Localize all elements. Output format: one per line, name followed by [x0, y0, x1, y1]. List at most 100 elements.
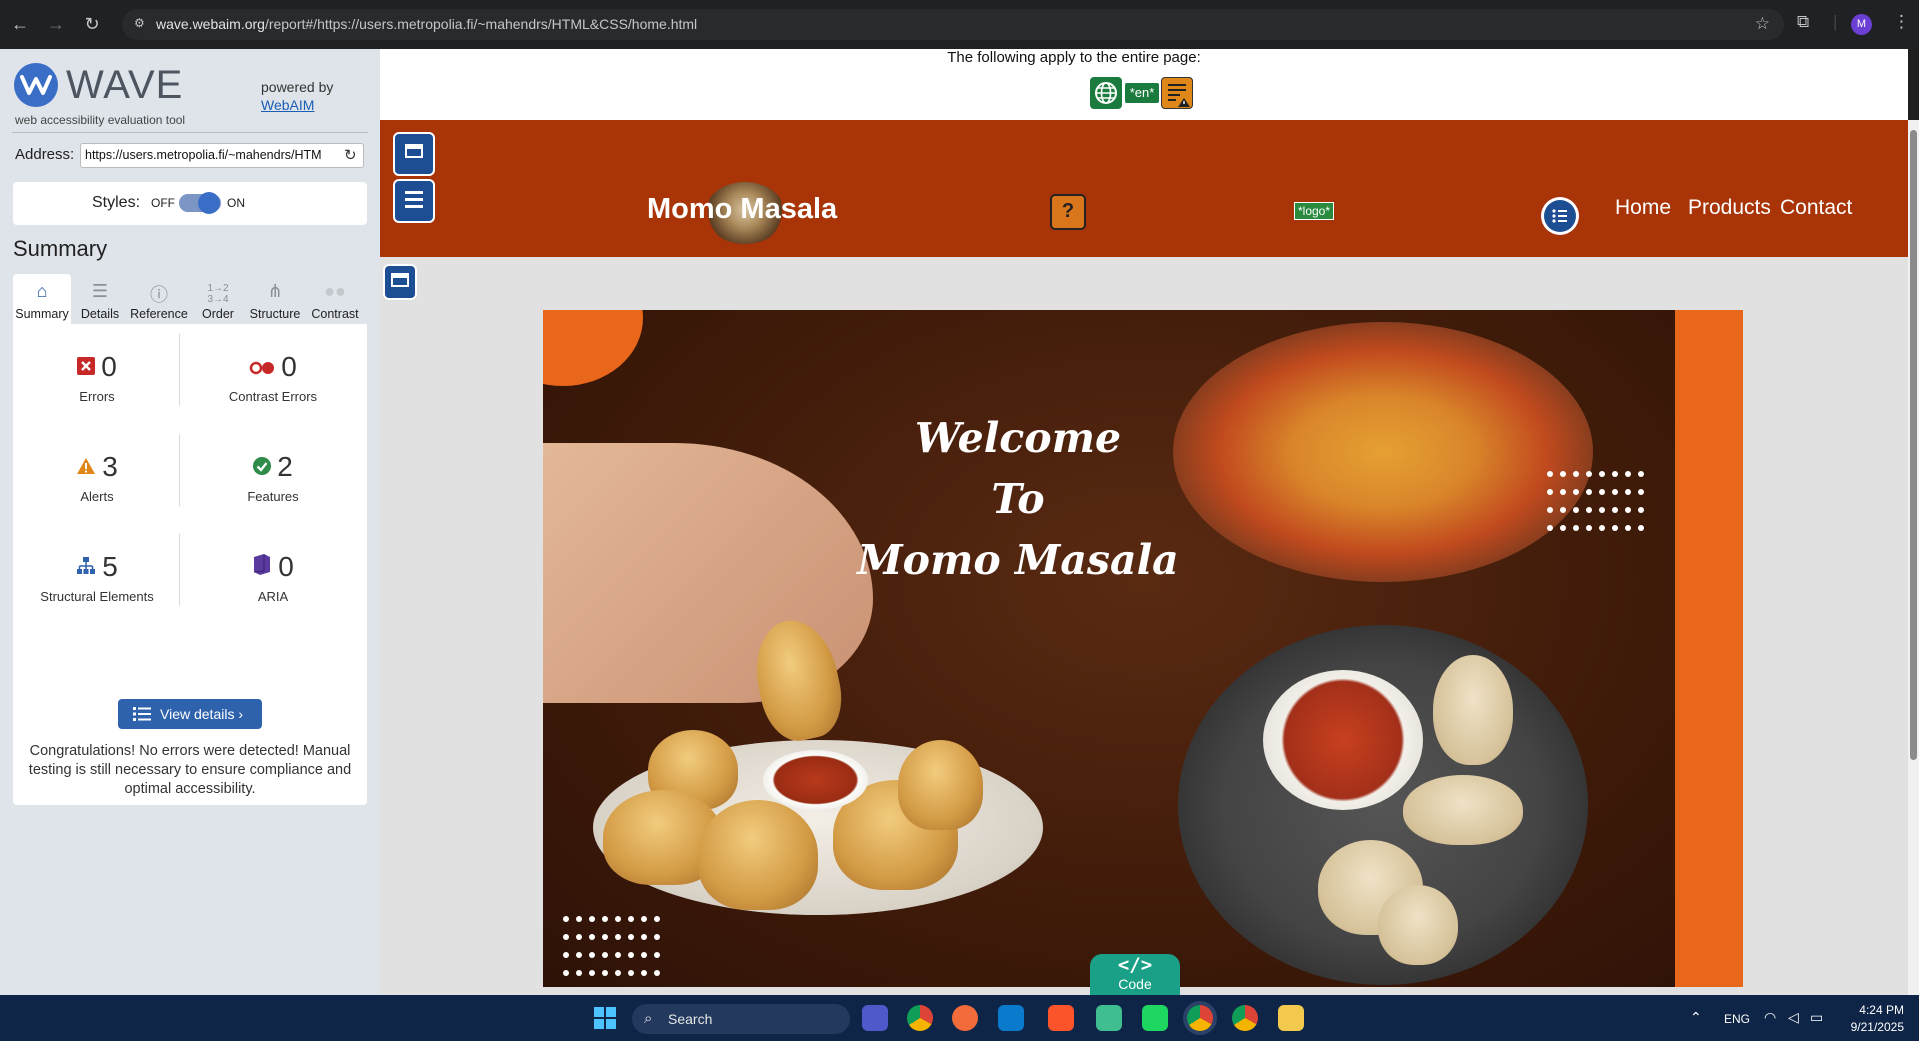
address-bar[interactable]: ⚙ wave.webaim.org/report#/https://users.… [122, 9, 1784, 40]
feature-check-icon [253, 450, 272, 482]
tab-bar: ⌂ Summary ☰ Details ⓘ Reference 1→2 3→4 Order… [13, 274, 367, 324]
stat-features[interactable]: 2 Features [198, 451, 348, 504]
powered-by-text: powered by [261, 79, 334, 95]
menu-kebab-icon[interactable]: ⋮ [1893, 12, 1910, 32]
header-region-icon[interactable] [393, 132, 435, 176]
aria-icon [252, 550, 272, 582]
brave-icon[interactable] [1048, 1005, 1074, 1031]
divider [179, 534, 180, 606]
page-viewport: The following apply to the entire page: … [380, 49, 1908, 995]
order-icon: 1→2 3→4 [207, 283, 229, 305]
stat-structural[interactable]: 5 Structural Elements [22, 551, 172, 604]
alt-text-logo-badge[interactable]: *logo* [1294, 202, 1335, 220]
decorative-dots [563, 913, 733, 985]
refresh-icon[interactable]: ↻ [344, 146, 357, 164]
teams-icon[interactable] [862, 1005, 888, 1031]
toggle-knob [198, 192, 220, 214]
stat-alerts[interactable]: 3 Alerts [22, 451, 172, 504]
hero-title: Welcome To Momo Masala [857, 414, 1179, 584]
momo [1433, 655, 1513, 765]
summary-panel: ⌂ Summary ☰ Details ⓘ Reference 1→2 3→4 Order… [13, 274, 367, 805]
windows-start-icon[interactable] [594, 1007, 616, 1029]
sauce-bowl [1263, 670, 1423, 810]
alert-question-icon[interactable]: ? [1050, 194, 1086, 230]
webaim-link[interactable]: WebAIM [261, 97, 314, 113]
styles-toggle[interactable] [179, 192, 221, 214]
divider [12, 132, 368, 133]
page-scrollbar[interactable] [1908, 120, 1919, 995]
volume-icon[interactable]: ◁ [1788, 1009, 1799, 1026]
site-info-icon[interactable]: ⚙ [134, 16, 150, 32]
address-input[interactable]: https://users.metropolia.fi/~mahendrs/HT… [80, 143, 364, 168]
pycharm-icon[interactable] [1142, 1005, 1168, 1031]
stat-errors[interactable]: 0 Errors [22, 351, 172, 404]
extensions-icon[interactable]: ⧉ [1797, 12, 1809, 32]
windows-taskbar: ⌕ Search ⌃ ENG ◠ ◁ ▭ 4:24 PM 9/21/2025 [0, 995, 1919, 1041]
momo [698, 800, 818, 910]
wave-sidebar: WAVE web accessibility evaluation tool p… [0, 49, 380, 995]
stat-aria[interactable]: 0 ARIA [198, 551, 348, 604]
decorative-circle [543, 310, 643, 386]
wave-subtitle: web accessibility evaluation tool [15, 113, 186, 127]
battery-icon[interactable]: ▭ [1810, 1009, 1823, 1026]
tray-chevron-icon[interactable]: ⌃ [1690, 1009, 1702, 1026]
chrome-icon[interactable] [907, 1005, 933, 1031]
stat-contrast-errors[interactable]: 0 Contrast Errors [198, 351, 348, 404]
structure-icon [76, 550, 96, 582]
chrome-profile-icon[interactable] [1187, 1005, 1213, 1031]
clock[interactable]: 4:24 PM 9/21/2025 [1846, 1003, 1904, 1034]
code-label: Code [1118, 976, 1152, 992]
divider [179, 334, 180, 406]
profile-avatar[interactable]: M [1851, 14, 1872, 35]
unordered-list-icon[interactable] [1541, 197, 1579, 235]
view-details-button[interactable]: View details › [118, 699, 262, 729]
bookmark-star-icon[interactable]: ☆ [1755, 14, 1770, 34]
apply-text: The following apply to the entire page: [947, 49, 1201, 66]
structure-icon: ⋔ [267, 281, 283, 301]
styles-off-label: OFF [151, 196, 175, 210]
back-icon[interactable]: ← [8, 12, 32, 36]
brand-name[interactable]: Momo Masala [647, 193, 837, 226]
tab-details[interactable]: ☰ Details [71, 274, 129, 324]
styles-toggle-box: Styles: OFF ON [13, 182, 367, 225]
momo [898, 740, 983, 830]
forward-icon[interactable]: → [44, 12, 68, 36]
vscode-icon[interactable] [998, 1005, 1024, 1031]
tab-order[interactable]: 1→2 3→4 Order [191, 274, 245, 324]
site-header: Momo Masala ? *logo* Home Products Conta… [380, 120, 1908, 257]
main-region-icon[interactable] [383, 264, 417, 300]
wifi-icon[interactable]: ◠ [1764, 1009, 1776, 1026]
file-explorer-icon[interactable] [1278, 1005, 1304, 1031]
nav-home[interactable]: Home [1615, 196, 1671, 220]
chrome-profile-2-icon[interactable] [1232, 1005, 1258, 1031]
reload-icon[interactable]: ↻ [80, 12, 104, 36]
code-panel-toggle[interactable]: </> Code [1090, 954, 1180, 995]
postman-icon[interactable] [952, 1005, 978, 1031]
nav-contact[interactable]: Contact [1780, 196, 1852, 220]
code-icon: </> [1117, 954, 1153, 976]
summary-heading: Summary [13, 236, 108, 261]
language-badge[interactable]: *en* [1125, 83, 1159, 103]
hero-banner-image: Welcome To Momo Masala [543, 310, 1743, 987]
language-globe-icon[interactable] [1090, 77, 1122, 109]
tab-contrast[interactable]: ●● Contrast [305, 274, 365, 324]
address-bar-url[interactable]: wave.webaim.org/report#/https://users.me… [156, 16, 697, 32]
tab-summary[interactable]: ⌂ Summary [13, 274, 71, 324]
momo [1403, 775, 1523, 845]
scrollbar-thumb[interactable] [1910, 130, 1917, 760]
wave-logo-icon [14, 63, 58, 107]
congratulations-message: Congratulations! No errors were detected… [28, 743, 352, 797]
orange-accent-bar [1675, 310, 1743, 987]
nav-products[interactable]: Products [1688, 196, 1771, 220]
input-language[interactable]: ENG [1724, 1012, 1750, 1026]
contrast-error-icon [249, 350, 275, 382]
tab-structure[interactable]: ⋔ Structure [247, 274, 303, 324]
decorative-dots [1547, 468, 1697, 540]
navigation-region-icon[interactable] [393, 179, 435, 223]
address-label: Address: [15, 146, 75, 163]
page-level-icons-bar: The following apply to the entire page: … [380, 49, 1908, 120]
tab-reference[interactable]: ⓘ Reference [129, 274, 189, 324]
redundant-title-alert-icon[interactable] [1161, 77, 1193, 109]
app-icon[interactable] [1096, 1005, 1122, 1031]
taskbar-search[interactable]: ⌕ Search [632, 1004, 850, 1034]
